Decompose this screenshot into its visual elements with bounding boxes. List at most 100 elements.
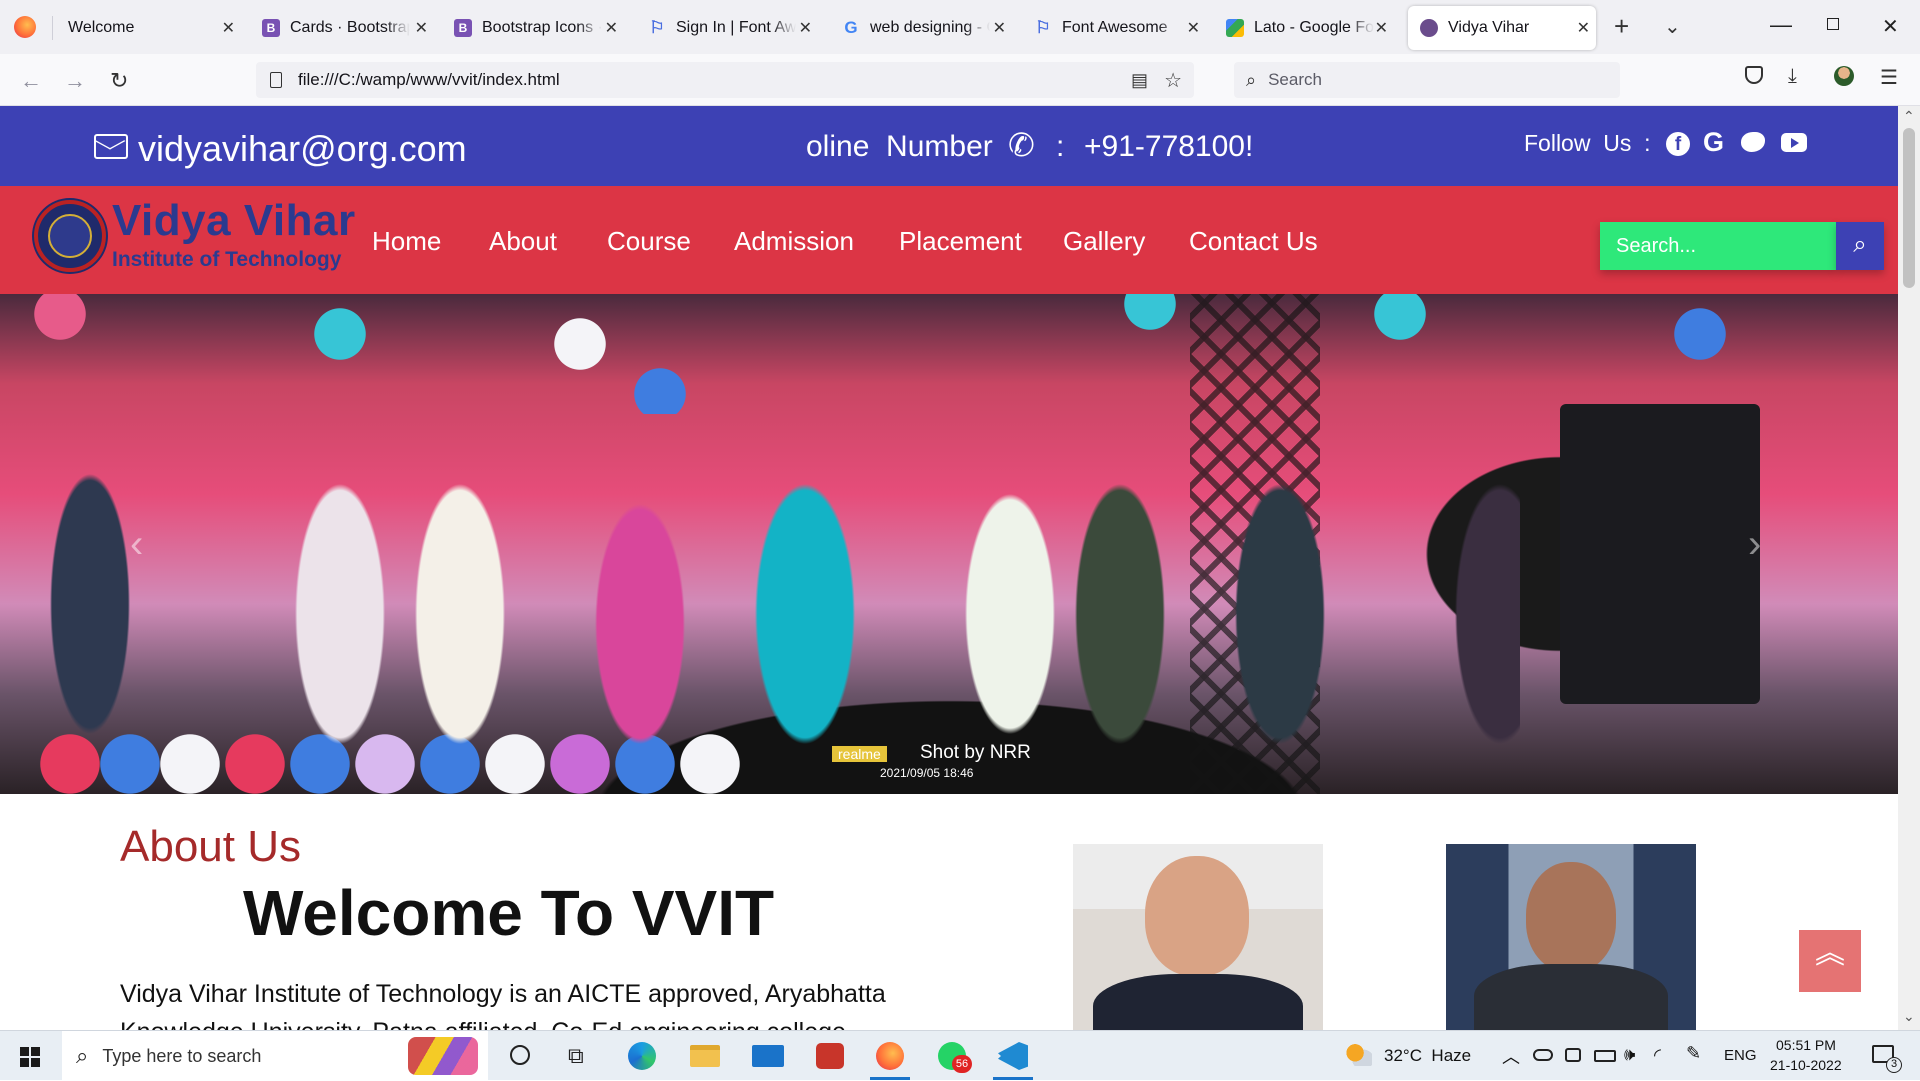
site-search-input[interactable] <box>1600 222 1836 270</box>
windows-start-icon[interactable] <box>20 1047 40 1067</box>
nav-home[interactable]: Home <box>372 226 441 257</box>
download-icon[interactable]: ⤓ <box>1788 65 1797 88</box>
logo-subtitle: Institute of Technology <box>112 248 342 271</box>
onedrive-icon[interactable] <box>1533 1049 1553 1061</box>
youtube-icon[interactable] <box>1781 133 1807 152</box>
photo-watermark-text: Shot by NRR <box>920 742 1031 763</box>
tab-list-chevron-icon[interactable]: ⌄ <box>1664 14 1681 39</box>
welcome-heading: Welcome To VVIT <box>243 877 775 949</box>
browser-tab-bar: Welcome ✕ B Cards · Bootstrap v5 ✕ B Boo… <box>0 0 1920 54</box>
task-view-icon[interactable]: ⧉ <box>568 1043 584 1069</box>
close-icon[interactable]: ✕ <box>605 18 618 38</box>
tab-sign-in-font-awesome[interactable]: ⚐ Sign In | Font Awesome ✕ <box>640 6 818 50</box>
close-icon[interactable]: ✕ <box>799 18 812 38</box>
tab-welcome[interactable]: Welcome ✕ <box>56 6 241 50</box>
nav-placement[interactable]: Placement <box>899 226 1022 257</box>
nav-gallery[interactable]: Gallery <box>1063 226 1145 257</box>
battery-icon[interactable] <box>1594 1050 1616 1062</box>
back-arrow-icon[interactable]: ← <box>20 68 42 94</box>
bootstrap-icon: B <box>262 19 280 37</box>
reload-icon[interactable]: ↻ <box>110 68 128 94</box>
chevron-up-icon[interactable]: ︿ <box>1502 1043 1520 1069</box>
edge-icon[interactable] <box>628 1042 656 1070</box>
tab-bootstrap-icons[interactable]: B Bootstrap Icons · Offic ✕ <box>446 6 624 50</box>
media-player-icon[interactable] <box>816 1043 844 1069</box>
college-logo-emblem[interactable] <box>34 200 106 272</box>
helpline-number[interactable]: +91-778100! <box>1084 130 1253 164</box>
file-explorer-icon[interactable] <box>690 1045 720 1067</box>
back-to-top-button[interactable]: ︽ <box>1799 930 1861 992</box>
helpline-label: oline Number <box>806 130 993 163</box>
scroll-down-arrow-icon[interactable]: ⌄ <box>1903 1008 1915 1025</box>
site-search-button[interactable]: ⌕ <box>1836 222 1884 270</box>
close-window-icon[interactable]: ✕ <box>1882 14 1899 39</box>
about-text-line-2: Knowledge University, Patna affiliated, … <box>120 1018 846 1030</box>
bookmark-star-icon[interactable]: ☆ <box>1164 68 1182 93</box>
tab-title: Vidya Vihar <box>1448 19 1530 36</box>
tab-cards-bootstrap[interactable]: B Cards · Bootstrap v5 ✕ <box>254 6 434 50</box>
url-bar[interactable]: file:///C:/wamp/www/vvit/index.html ▤ ☆ <box>256 62 1194 98</box>
whatsapp-badge: 56 <box>952 1055 972 1073</box>
tab-title: web designing - Google <box>870 19 990 36</box>
hamburger-menu-icon[interactable]: ☰ <box>1880 65 1898 90</box>
carousel-next-chevron-icon[interactable]: › <box>1748 522 1761 567</box>
tab-title: Sign In | Font Awesome <box>676 19 796 36</box>
taskbar-search-placeholder: Type here to search <box>102 1045 262 1066</box>
nav-contact-us[interactable]: Contact Us <box>1189 226 1318 257</box>
tab-lato-google-fonts[interactable]: Lato - Google Fonts ✕ <box>1220 6 1394 50</box>
close-icon[interactable]: ✕ <box>993 18 1006 38</box>
tab-vidya-vihar[interactable]: Vidya Vihar ✕ <box>1408 6 1596 50</box>
about-text-line-1: Vidya Vihar Institute of Technology is a… <box>120 980 886 1008</box>
close-icon[interactable]: ✕ <box>415 18 428 38</box>
nav-course[interactable]: Course <box>607 226 691 257</box>
about-section: About Us Welcome To VVIT Vidya Vihar Ins… <box>0 794 1898 1030</box>
firefox-taskbar-icon[interactable] <box>876 1042 904 1070</box>
reader-view-icon[interactable]: ▤ <box>1131 70 1148 91</box>
clock-time[interactable]: 05:51 PM <box>1776 1037 1836 1053</box>
taskbar-search-box[interactable]: ⌕ Type here to search <box>62 1031 488 1081</box>
minimize-icon[interactable]: — <box>1770 12 1792 38</box>
scroll-thumb[interactable] <box>1903 128 1915 288</box>
pen-icon[interactable]: ✎ <box>1686 1043 1701 1064</box>
weather-icon[interactable] <box>1346 1044 1372 1066</box>
clock-date[interactable]: 21-10-2022 <box>1770 1057 1842 1073</box>
account-avatar-icon[interactable] <box>1834 66 1854 86</box>
meet-now-icon[interactable] <box>1565 1048 1581 1062</box>
tab-title: Lato - Google Fonts <box>1254 19 1374 36</box>
close-icon[interactable]: ✕ <box>1577 18 1590 38</box>
language-indicator[interactable]: ENG <box>1724 1047 1757 1064</box>
volume-icon[interactable]: 🕪 <box>1624 1044 1635 1065</box>
scroll-up-arrow-icon[interactable]: ⌃ <box>1903 108 1915 125</box>
browser-search-field[interactable]: ⌕ Search <box>1234 62 1620 98</box>
email-address[interactable]: vidyavihar@org.com <box>138 128 467 170</box>
twitter-icon[interactable] <box>1741 132 1765 152</box>
close-icon[interactable]: ✕ <box>222 18 235 38</box>
facebook-icon[interactable]: f <box>1666 132 1690 156</box>
logo-title[interactable]: Vidya Vihar <box>112 196 356 246</box>
nav-about[interactable]: About <box>489 226 557 257</box>
wifi-icon[interactable]: ◜ <box>1654 1045 1661 1066</box>
carousel-prev-chevron-icon[interactable]: ‹ <box>130 522 143 567</box>
director-photo-2 <box>1446 844 1696 1030</box>
page-icon <box>270 72 282 88</box>
google-icon[interactable]: G <box>1703 127 1724 158</box>
nav-admission[interactable]: Admission <box>734 226 854 257</box>
close-icon[interactable]: ✕ <box>1187 18 1200 38</box>
tab-web-designing[interactable]: G web designing - Google ✕ <box>834 6 1012 50</box>
web-page: vidyavihar@org.com oline Number ✆ : +91-… <box>0 106 1898 1030</box>
follow-us-label: Follow Us : <box>1524 130 1651 156</box>
weather-text[interactable]: 32°C Haze <box>1384 1046 1471 1066</box>
hero-carousel: realme Shot by NRR 2021/09/05 18:46 ‹ › <box>0 294 1898 794</box>
close-icon[interactable]: ✕ <box>1375 18 1388 38</box>
tab-font-awesome[interactable]: ⚐ Font Awesome ✕ <box>1026 6 1206 50</box>
mail-icon[interactable] <box>752 1045 784 1067</box>
restore-icon[interactable] <box>1827 18 1839 30</box>
page-scrollbar[interactable]: ⌃ ⌄ <box>1898 106 1920 1030</box>
vscode-icon[interactable] <box>998 1042 1028 1070</box>
cortana-icon[interactable] <box>510 1045 530 1065</box>
tab-title: Font Awesome <box>1062 19 1168 36</box>
firefox-menu-icon[interactable] <box>14 16 36 38</box>
pocket-icon[interactable] <box>1745 66 1763 84</box>
new-tab-icon[interactable]: + <box>1614 11 1629 42</box>
forward-arrow-icon[interactable]: → <box>64 68 86 94</box>
